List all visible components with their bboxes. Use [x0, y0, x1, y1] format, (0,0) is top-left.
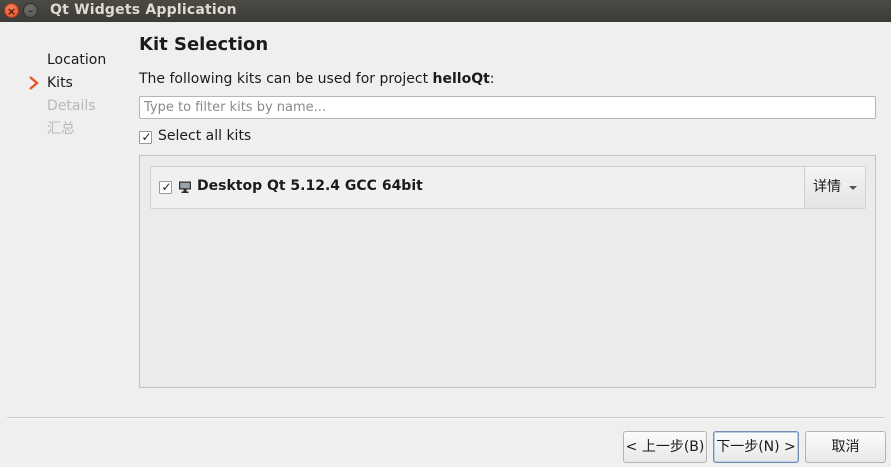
close-icon[interactable]: ×	[4, 3, 19, 18]
title-bar: × – Qt Widgets Application	[0, 0, 891, 22]
kit-row: ✓ Desktop Qt 5.12.4 GCC 64bit 详情	[150, 166, 866, 209]
cancel-button[interactable]: 取消	[805, 431, 886, 463]
check-icon: ✓	[141, 130, 152, 144]
intro-suffix: :	[489, 71, 495, 87]
intro-text: The following kits can be used for proje…	[139, 71, 495, 87]
check-icon: ✓	[161, 180, 172, 194]
chevron-right-icon	[29, 76, 39, 90]
step-kits: Kits	[26, 73, 126, 96]
step-label: Details	[47, 98, 96, 114]
next-button[interactable]: 下一步(N) >	[713, 431, 799, 463]
kit-name: Desktop Qt 5.12.4 GCC 64bit	[197, 178, 423, 194]
kit-filter-input[interactable]	[139, 96, 876, 119]
wizard-steps: Location Kits Details 汇总	[26, 50, 126, 142]
select-all-checkbox[interactable]: ✓	[139, 130, 152, 144]
step-label: Kits	[47, 75, 73, 91]
kit-checkbox[interactable]: ✓	[159, 180, 172, 194]
select-all-label[interactable]: Select all kits	[158, 128, 251, 144]
footer-divider	[7, 417, 884, 419]
step-location: Location	[26, 50, 126, 73]
intro-prefix: The following kits can be used for proje…	[139, 71, 433, 87]
page-title: Kit Selection	[139, 34, 269, 55]
minimize-icon[interactable]: –	[23, 3, 38, 18]
chevron-down-icon	[849, 186, 857, 190]
step-details: Details	[26, 96, 126, 119]
kit-list: ✓ Desktop Qt 5.12.4 GCC 64bit 详情	[139, 155, 876, 388]
step-label: 汇总	[47, 121, 75, 137]
window-title: Qt Widgets Application	[50, 2, 237, 18]
desktop-monitor-icon	[179, 181, 191, 193]
kit-details-button[interactable]: 详情	[804, 167, 865, 208]
step-label: Location	[47, 52, 107, 68]
step-summary: 汇总	[26, 119, 126, 142]
details-label: 详情	[813, 179, 841, 195]
project-name: helloQt	[432, 71, 490, 87]
back-button[interactable]: < 上一步(B)	[623, 431, 707, 463]
